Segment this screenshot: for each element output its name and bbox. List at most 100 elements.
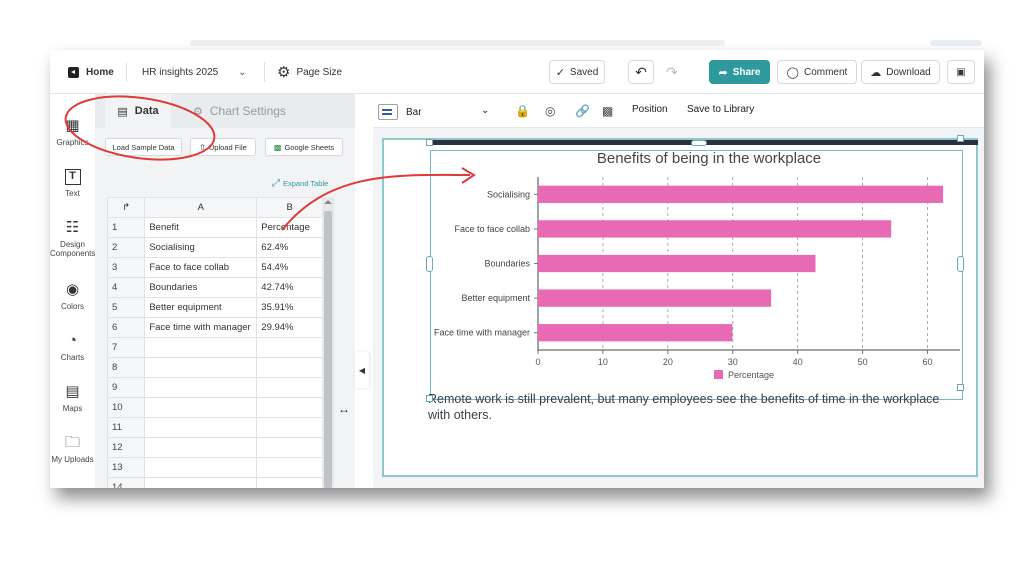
present-button[interactable]: ▣ — [947, 60, 975, 84]
cell-b[interactable] — [256, 437, 323, 458]
sidebar-item-maps[interactable]: ▤ Maps — [50, 384, 95, 414]
collapse-panel-button[interactable]: ◀ — [355, 352, 369, 388]
expand-table-link[interactable]: ⤢ Expand Table — [272, 178, 328, 189]
sidebar-item-graphics[interactable]: ▦ Graphics — [50, 118, 95, 148]
column-header-a[interactable]: A — [144, 197, 258, 218]
button-label: Load Sample Data — [112, 142, 175, 152]
row-number[interactable]: 1 — [106, 217, 146, 238]
top-header: Home HR insights 2025 ⌄ ⚙ Page Size ✓ Sa… — [50, 50, 984, 94]
resize-handle-bottom-left[interactable] — [426, 395, 433, 402]
cell-b[interactable] — [256, 337, 323, 358]
lock-icon[interactable]: 🔒 — [515, 104, 530, 118]
chart-type-dropdown[interactable]: Bar ⌄ — [378, 104, 490, 120]
cell-b[interactable] — [256, 477, 323, 488]
table-row: 4 Boundaries 42.74% — [106, 277, 323, 298]
transparency-icon[interactable]: ▩ — [602, 104, 613, 118]
cell-b[interactable] — [256, 397, 323, 418]
cell-a[interactable]: Socialising — [144, 237, 258, 258]
cell-b[interactable]: 29.94% — [256, 317, 323, 338]
row-number[interactable]: 10 — [106, 397, 146, 418]
gear-icon: ⚙ — [277, 64, 291, 81]
tab-data[interactable]: ▤ Data — [105, 94, 171, 128]
project-name-dropdown[interactable]: HR insights 2025 ⌄ — [142, 60, 252, 84]
resize-handle-icon[interactable]: ↔ — [338, 402, 350, 416]
cell-a[interactable]: Face time with manager — [144, 317, 258, 338]
cell-b[interactable]: 42.74% — [256, 277, 323, 298]
sidebar-item-design-components[interactable]: ☷ Design Components — [50, 220, 95, 259]
cell-a[interactable] — [144, 457, 258, 478]
resize-handle-top[interactable] — [691, 140, 707, 146]
cell-a[interactable] — [144, 477, 258, 488]
table-scrollbar[interactable] — [322, 197, 334, 488]
cell-b[interactable]: 54.4% — [256, 257, 323, 278]
cell-b[interactable] — [256, 357, 323, 378]
transpose-corner-button[interactable]: ↱ — [106, 197, 146, 218]
cell-b[interactable]: 35.91% — [256, 297, 323, 318]
cell-a[interactable] — [144, 437, 258, 458]
panel-divider — [355, 94, 373, 488]
row-number[interactable]: 14 — [106, 477, 146, 488]
home-button[interactable]: Home — [68, 60, 114, 84]
row-number[interactable]: 4 — [106, 277, 146, 298]
chart-caption[interactable]: Remote work is still prevalent, but many… — [428, 391, 948, 423]
saved-status-button[interactable]: ✓ Saved — [549, 60, 605, 84]
row-number[interactable]: 5 — [106, 297, 146, 318]
animation-icon[interactable]: ◎ — [545, 104, 555, 118]
page-size-button[interactable]: ⚙ Page Size — [277, 60, 342, 84]
cell-a[interactable] — [144, 337, 258, 358]
sidebar-item-label: Graphics — [56, 138, 89, 147]
table-row: 8 — [106, 357, 323, 378]
resize-handle-bottom-right[interactable] — [957, 384, 964, 391]
cell-b[interactable]: Percentage — [256, 217, 323, 238]
google-sheets-button[interactable]: ▩ Google Sheets — [265, 138, 343, 156]
button-label: Upload File — [208, 142, 247, 152]
resize-handle-right[interactable] — [957, 256, 964, 272]
cell-b[interactable] — [256, 457, 323, 478]
load-sample-data-button[interactable]: Load Sample Data — [105, 138, 182, 156]
position-button[interactable]: Position — [632, 104, 668, 115]
row-number[interactable]: 12 — [106, 437, 146, 458]
cell-a[interactable]: Benefit — [144, 217, 258, 238]
row-number[interactable]: 9 — [106, 377, 146, 398]
cell-a[interactable]: Better equipment — [144, 297, 258, 318]
undo-button[interactable]: ↶ — [628, 60, 654, 84]
undo-icon: ↶ — [635, 63, 647, 80]
row-number[interactable]: 8 — [106, 357, 146, 378]
row-number[interactable]: 7 — [106, 337, 146, 358]
resize-handle-left[interactable] — [426, 256, 433, 272]
cell-b[interactable]: 62.4% — [256, 237, 323, 258]
row-number[interactable]: 13 — [106, 457, 146, 478]
scroll-up-icon[interactable] — [324, 200, 332, 204]
comment-button[interactable]: ◯ Comment — [777, 60, 857, 84]
sidebar-item-colors[interactable]: ◉ Colors — [50, 282, 95, 312]
sidebar-item-charts[interactable]: ◔ Charts — [50, 333, 95, 363]
row-number[interactable]: 6 — [106, 317, 146, 338]
upload-file-button[interactable]: ⇧ Upload File — [190, 138, 256, 156]
save-to-library-button[interactable]: Save to Library — [687, 104, 754, 115]
share-button[interactable]: ➦ Share — [709, 60, 770, 84]
cell-b[interactable] — [256, 377, 323, 398]
sidebar-item-my-uploads[interactable]: 🗀 My Uploads — [50, 435, 95, 465]
row-number[interactable]: 2 — [106, 237, 146, 258]
sidebar-item-text[interactable]: T Text — [50, 169, 95, 198]
expand-table-label: Expand Table — [283, 179, 329, 188]
column-header-b[interactable]: B — [256, 197, 323, 218]
cell-a[interactable] — [144, 417, 258, 438]
redo-button[interactable]: ↷ — [659, 60, 685, 84]
cell-a[interactable] — [144, 377, 258, 398]
row-number[interactable]: 11 — [106, 417, 146, 438]
link-icon[interactable]: 🔗 — [575, 104, 590, 118]
position-label: Position — [632, 104, 668, 115]
cell-a[interactable] — [144, 397, 258, 418]
row-number[interactable]: 3 — [106, 257, 146, 278]
tab-chart-settings[interactable]: ⚙ Chart Settings — [193, 94, 286, 128]
download-button[interactable]: ☁ Download — [861, 60, 940, 84]
resize-handle-top-right[interactable] — [957, 135, 964, 142]
scroll-thumb[interactable] — [324, 211, 332, 488]
resize-handle-top-left[interactable] — [426, 139, 433, 146]
design-card[interactable]: Benefits of being in the workplace 0 10 20 3… — [382, 138, 978, 477]
cell-a[interactable]: Face to face collab — [144, 257, 258, 278]
cell-a[interactable]: Boundaries — [144, 277, 258, 298]
cell-a[interactable] — [144, 357, 258, 378]
cell-b[interactable] — [256, 417, 323, 438]
